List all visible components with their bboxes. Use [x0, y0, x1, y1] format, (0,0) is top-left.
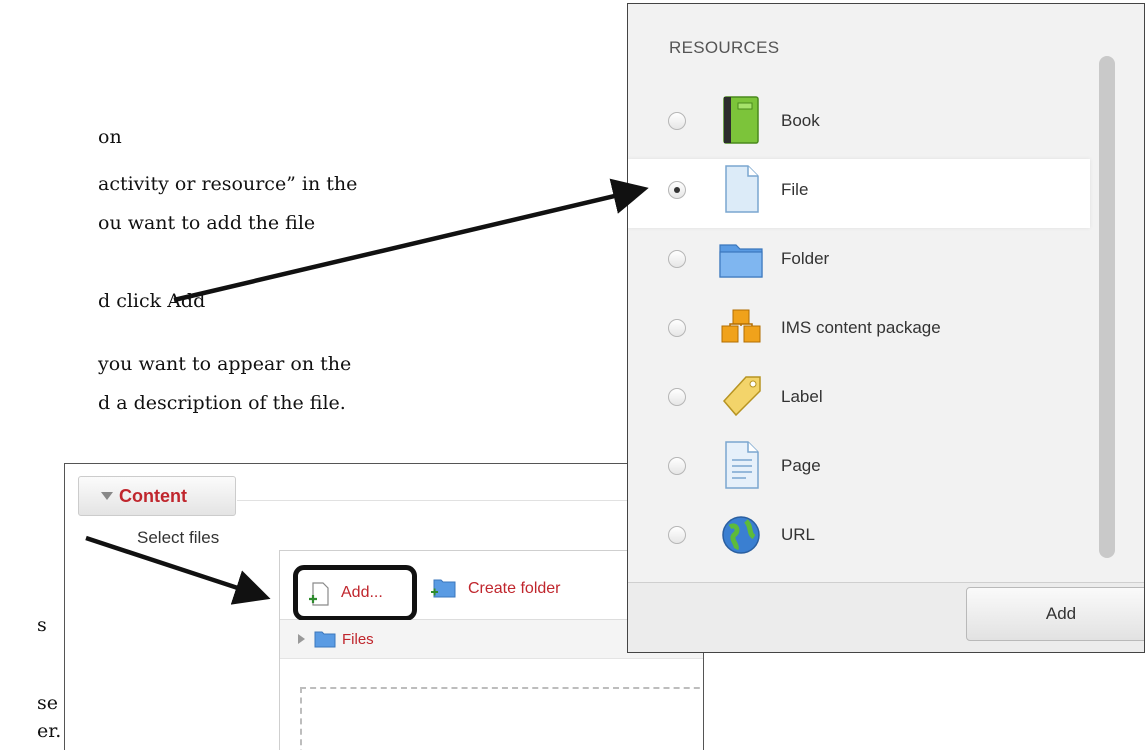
resources-header: RESOURCES — [669, 38, 780, 57]
folder-icon — [719, 244, 763, 278]
doc-text-line-1: on — [98, 126, 122, 148]
label-tag-icon — [722, 376, 761, 417]
resource-item-folder[interactable]: Folder — [628, 228, 1090, 297]
content-section: Content Select files Add... Create folde… — [64, 463, 704, 750]
resource-item-label[interactable]: Label — [628, 366, 1090, 435]
add-file-icon — [309, 582, 329, 606]
doc-text-line-2: activity or resource” in the — [98, 173, 358, 195]
doc-text-line-7: s — [37, 614, 47, 636]
radio-book[interactable] — [668, 112, 686, 130]
resource-label-label: Label — [781, 387, 823, 406]
doc-text-line-4: d click Add — [98, 290, 206, 312]
dialog-footer: Add — [628, 582, 1144, 652]
resource-label-page: Page — [781, 456, 821, 475]
doc-text-line-6: d a description of the file. — [98, 392, 346, 414]
resource-item-ims[interactable]: IMS content package — [628, 297, 1090, 366]
file-drop-area[interactable] — [300, 687, 703, 750]
resource-label-url: URL — [781, 525, 816, 544]
resource-item-url[interactable]: URL — [628, 504, 1090, 573]
resource-item-file[interactable]: File — [628, 159, 1090, 228]
globe-icon — [722, 516, 760, 554]
radio-ims[interactable] — [668, 319, 686, 337]
radio-label[interactable] — [668, 388, 686, 406]
doc-text-line-9: er. — [37, 720, 62, 742]
radio-folder[interactable] — [668, 250, 686, 268]
resources-list: Book File Folder IMS content package Lab… — [628, 90, 1090, 573]
arrow-to-file-option — [173, 178, 649, 303]
add-button[interactable]: Add — [966, 587, 1144, 641]
select-files-label: Select files — [137, 528, 220, 547]
doc-text-line-3: ou want to add the file — [98, 212, 316, 234]
file-icon — [725, 165, 759, 213]
resource-item-page[interactable]: Page — [628, 435, 1090, 504]
content-toggle[interactable]: Content — [78, 476, 236, 516]
doc-text-line-8: se — [37, 692, 58, 714]
book-icon — [723, 96, 759, 144]
resource-item-book[interactable]: Book — [628, 90, 1090, 159]
expand-triangle-icon[interactable] — [298, 634, 305, 644]
resource-label-folder: Folder — [781, 249, 830, 268]
page-icon — [725, 441, 759, 489]
doc-text-line-5: you want to appear on the — [98, 353, 352, 375]
resources-dialog: RESOURCES Book File Folder IMS content p… — [627, 3, 1145, 653]
radio-url[interactable] — [668, 526, 686, 544]
radio-page[interactable] — [668, 457, 686, 475]
radio-file[interactable] — [668, 181, 686, 199]
collapse-triangle-icon — [101, 492, 113, 500]
files-path-link[interactable]: Files — [342, 631, 374, 648]
file-add-button[interactable]: Add... — [293, 565, 417, 621]
resource-label-file: File — [781, 180, 809, 199]
folder-icon — [314, 631, 336, 648]
create-folder-link[interactable]: Create folder — [468, 580, 561, 598]
resource-label-ims: IMS content package — [781, 318, 941, 337]
package-icon — [721, 309, 761, 343]
file-add-label: Add... — [341, 584, 383, 601]
create-folder-icon[interactable] — [430, 577, 456, 599]
resource-label-book: Book — [781, 111, 820, 130]
content-section-title: Content — [119, 486, 187, 506]
scrollbar-thumb[interactable] — [1099, 56, 1115, 558]
